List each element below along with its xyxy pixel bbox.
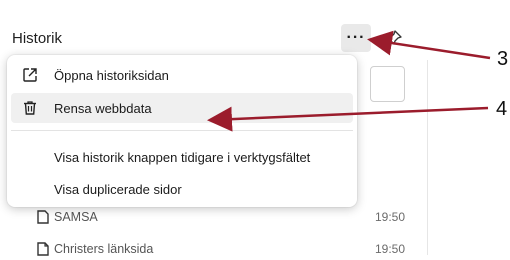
annotation-arrows (207, 30, 491, 132)
annotation-label-3: 3 (497, 48, 509, 70)
annotation-label-4: 4 (496, 98, 508, 120)
arrow-to-clear-data (207, 106, 489, 132)
arrow-to-more-button (367, 30, 491, 60)
